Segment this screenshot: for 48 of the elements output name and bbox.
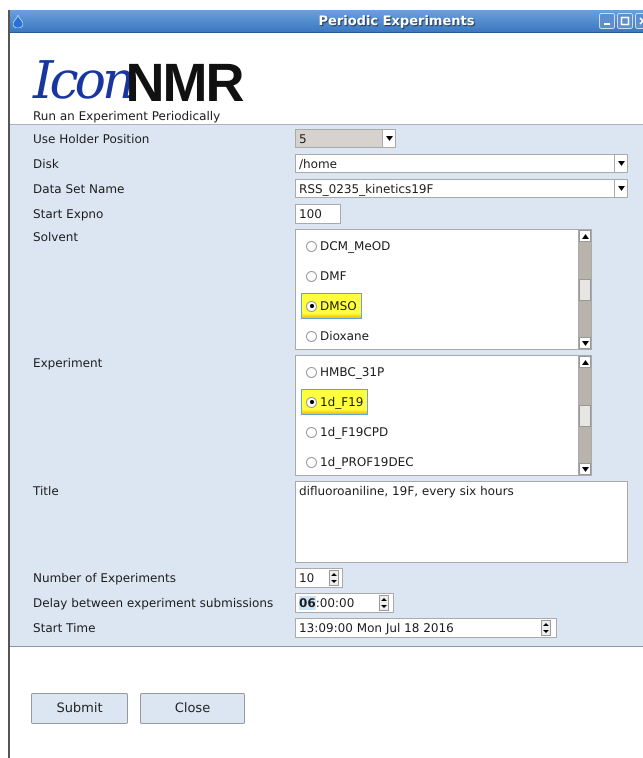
radio-option[interactable]: DMSO [301, 293, 362, 319]
spinner-arrows-icon[interactable] [541, 620, 551, 636]
dropdown-arrow-icon[interactable] [618, 186, 624, 191]
dropdown-field[interactable]: /home [295, 154, 628, 173]
up-arrow-icon[interactable] [582, 360, 588, 364]
field-label: Title [33, 483, 60, 500]
logo: IconNMR [33, 50, 244, 107]
date-time-spinner[interactable]: 13:09:00 Mon Jul 18 2016 [295, 618, 557, 638]
scroll-thumb[interactable] [579, 278, 591, 300]
field-label: Number of Experiments [33, 570, 177, 587]
down-arrow-icon[interactable] [582, 340, 588, 346]
field-label: Disk [33, 156, 60, 173]
up-arrow-icon[interactable] [582, 234, 588, 238]
close-button[interactable]: Close [140, 693, 245, 724]
field-label: Delay between experiment submissions [33, 595, 274, 612]
drop-icon [13, 14, 23, 28]
subtitle: Run an Experiment Periodically [33, 109, 222, 123]
dropdown-field[interactable]: 5 [295, 129, 396, 148]
window-title: Periodic Experiments [318, 14, 476, 28]
down-arrow-icon[interactable] [582, 466, 588, 472]
dropdown-arrow-icon[interactable] [386, 136, 392, 141]
spinner-arrows-icon[interactable] [329, 570, 339, 586]
field-label: Experiment [33, 355, 104, 372]
radio-option[interactable]: DMF [301, 263, 352, 289]
spinner-arrows-icon[interactable] [379, 595, 389, 611]
scrollbar[interactable] [578, 356, 591, 475]
submit-button[interactable]: Submit [31, 693, 128, 724]
minimize-button[interactable] [599, 13, 615, 29]
time-spinner[interactable]: 06:00:00 [295, 593, 394, 613]
input-field[interactable]: 100 [295, 204, 341, 224]
radio-option[interactable]: Dioxane [301, 323, 374, 349]
radio-option[interactable]: DCM_MeOD [301, 233, 396, 259]
text-area[interactable]: difluoroaniline, 19F, every six hours [295, 481, 628, 563]
dropdown-field[interactable]: RSS_0235_kinetics19F [295, 179, 628, 198]
dropdown-arrow-icon[interactable] [618, 161, 624, 166]
field-label: Solvent [33, 229, 80, 246]
radio-option[interactable]: 1d_F19 [301, 389, 368, 415]
number-spinner[interactable]: 10 [295, 568, 343, 588]
scrollbar[interactable] [578, 230, 591, 349]
maximize-button[interactable] [617, 13, 633, 29]
field-label: Start Expno [33, 206, 104, 223]
field-label: Start Time [33, 620, 96, 637]
scroll-thumb[interactable] [579, 404, 591, 426]
field-label: Use Holder Position [33, 131, 150, 148]
radio-option[interactable]: 1d_PROF19DEC [301, 449, 419, 475]
field-label: Data Set Name [33, 181, 126, 198]
radio-option[interactable]: HMBC_31P [301, 359, 390, 385]
radio-option[interactable]: 1d_F19CPD [301, 419, 394, 445]
